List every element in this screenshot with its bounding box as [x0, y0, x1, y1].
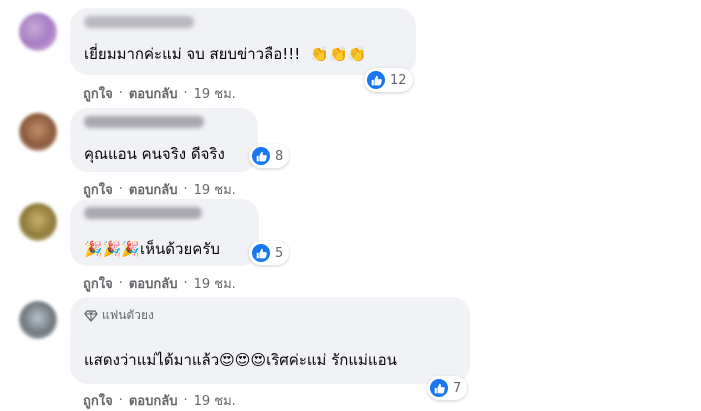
- reaction-summary[interactable]: 8: [249, 144, 290, 168]
- reaction-count: 8: [275, 148, 284, 164]
- reaction-count: 12: [390, 72, 407, 88]
- comment-actions: ถูกใจ · ตอบกลับ · 19 ชม.: [83, 179, 236, 200]
- avatar[interactable]: [19, 13, 57, 51]
- separator: ·: [118, 276, 123, 291]
- separator: ·: [183, 86, 188, 101]
- party-popper-emoji: 🎉🎉🎉: [84, 240, 141, 258]
- reaction-summary[interactable]: 7: [427, 376, 468, 400]
- avatar[interactable]: [19, 203, 57, 241]
- comment-text: เห็นด้วยครับ: [140, 240, 220, 258]
- timestamp[interactable]: 19 ชม.: [194, 179, 236, 200]
- separator: ·: [118, 86, 123, 101]
- comment-actions: ถูกใจ · ตอบกลับ · 19 ชม.: [83, 273, 236, 294]
- comment-actions: ถูกใจ · ตอบกลับ · 19 ชม.: [83, 390, 236, 411]
- comment-actions: ถูกใจ · ตอบกลับ · 19 ชม.: [83, 83, 236, 104]
- comment-text-after: เริศค่ะแม่ รักแม่แอน: [266, 351, 397, 369]
- separator: ·: [118, 182, 123, 197]
- like-reaction-icon: [252, 244, 270, 262]
- comment-text-before: แสดงว่าแม่ได้มาแล้ว: [84, 351, 220, 369]
- timestamp[interactable]: 19 ชม.: [194, 273, 236, 294]
- like-reaction-icon: [430, 379, 448, 397]
- separator: ·: [183, 276, 188, 291]
- separator: ·: [183, 182, 188, 197]
- timestamp[interactable]: 19 ชม.: [194, 83, 236, 104]
- comment-bubble: คุณแอน คนจริง ดีจริง: [70, 108, 258, 172]
- comment-text: คุณแอน คนจริง ดีจริง: [84, 145, 225, 163]
- top-fan-badge[interactable]: แฟนตัวยง: [84, 306, 154, 325]
- badge-label: แฟนตัวยง: [102, 308, 154, 322]
- separator: ·: [118, 393, 123, 408]
- comment-bubble: เยี่ยมมากค่ะแม่ จบ สยบข่าวลือ!!! 👏👏👏: [70, 8, 416, 75]
- like-reaction-icon: [252, 147, 270, 165]
- heart-eyes-emoji: 😍😍😍: [219, 351, 267, 369]
- reply-button[interactable]: ตอบกลับ: [129, 179, 178, 200]
- like-button[interactable]: ถูกใจ: [83, 273, 113, 294]
- commenter-name-blurred[interactable]: [84, 116, 204, 128]
- comment-text: เยี่ยมมากค่ะแม่ จบ สยบข่าวลือ!!!: [84, 45, 301, 63]
- comment-bubble: 🎉🎉🎉 เห็นด้วยครับ: [70, 199, 259, 266]
- avatar[interactable]: [19, 113, 57, 151]
- like-button[interactable]: ถูกใจ: [83, 179, 113, 200]
- reaction-count: 5: [275, 245, 284, 261]
- reaction-summary[interactable]: 5: [249, 241, 290, 265]
- reaction-summary[interactable]: 12: [364, 68, 413, 92]
- diamond-icon: [84, 309, 98, 322]
- avatar[interactable]: [19, 301, 57, 339]
- commenter-name-blurred[interactable]: [84, 207, 202, 219]
- reply-button[interactable]: ตอบกลับ: [129, 83, 178, 104]
- comment-bubble: แฟนตัวยง แสดงว่าแม่ได้มาแล้ว 😍😍😍 เริศค่ะ…: [70, 297, 470, 384]
- reply-button[interactable]: ตอบกลับ: [129, 390, 178, 411]
- like-reaction-icon: [367, 71, 385, 89]
- like-button[interactable]: ถูกใจ: [83, 390, 113, 411]
- like-button[interactable]: ถูกใจ: [83, 83, 113, 104]
- clapping-emoji: 👏👏👏: [310, 45, 367, 63]
- commenter-name-blurred[interactable]: [84, 16, 194, 28]
- reaction-count: 7: [453, 380, 462, 396]
- comment-text-row: เยี่ยมมากค่ะแม่ จบ สยบข่าวลือ!!! 👏👏👏: [84, 44, 366, 64]
- separator: ·: [183, 393, 188, 408]
- reply-button[interactable]: ตอบกลับ: [129, 273, 178, 294]
- timestamp[interactable]: 19 ชม.: [194, 390, 236, 411]
